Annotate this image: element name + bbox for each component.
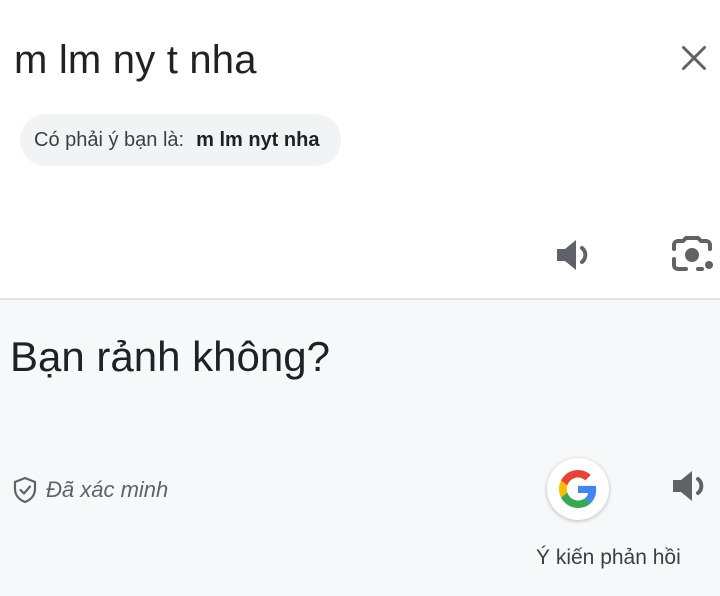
source-text[interactable]: m lm ny t nha (14, 34, 257, 86)
translation-panel: Bạn rảnh không? Đã xác minh Ý kiến phản … (0, 300, 720, 596)
camera-button[interactable] (666, 229, 718, 281)
suggestion-prefix: Có phải ý bạn là: (34, 128, 185, 151)
verified-label: Đã xác minh (46, 477, 169, 502)
clear-button[interactable] (668, 32, 720, 84)
verified-badge: Đã xác minh (12, 476, 168, 504)
close-icon (682, 46, 706, 70)
volume-icon (557, 240, 588, 270)
feedback-link[interactable]: Ý kiến phản hồi (536, 546, 681, 570)
translation-text: Bạn rảnh không? (10, 333, 330, 380)
source-speak-button[interactable] (550, 229, 602, 281)
volume-icon (673, 471, 704, 501)
shield-check-icon (13, 476, 37, 504)
did-you-mean-chip[interactable]: Có phải ý bạn là: m lm nyt nha (20, 114, 342, 166)
translation-speak-button[interactable] (666, 460, 718, 512)
suggestion-term: m lm nyt nha (196, 128, 320, 151)
google-g-icon (559, 470, 597, 508)
google-search-button[interactable] (547, 458, 609, 520)
source-panel: m lm ny t nha Có phải ý bạn là: m lm nyt… (0, 0, 720, 298)
camera-lens-icon (672, 236, 713, 271)
